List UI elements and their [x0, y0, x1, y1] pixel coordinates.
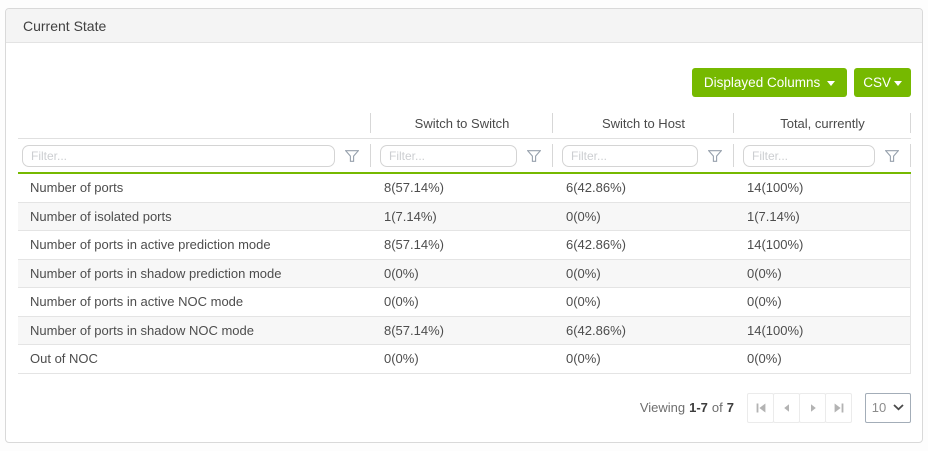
chevron-down-icon — [893, 404, 904, 411]
first-page-button[interactable] — [747, 393, 774, 423]
first-page-icon — [755, 402, 767, 414]
row-label: Number of ports in shadow prediction mod… — [18, 260, 371, 288]
last-page-button[interactable] — [825, 393, 852, 423]
pagination: Viewing 1-7 of 7 — [18, 393, 911, 423]
cell-switch-to-switch: 0(0%) — [371, 345, 553, 373]
filter-cell-switch-to-switch — [371, 139, 553, 172]
filter-input-switch-to-switch[interactable] — [380, 145, 517, 167]
next-page-icon — [808, 403, 818, 413]
viewing-status: Viewing 1-7 of 7 — [640, 400, 734, 415]
cell-switch-to-switch: 1(7.14%) — [371, 203, 553, 231]
funnel-icon[interactable] — [885, 150, 899, 162]
cell-switch-to-switch: 0(0%) — [371, 260, 553, 288]
funnel-icon[interactable] — [708, 150, 722, 162]
table-row[interactable]: Number of isolated ports 1(7.14%) 0(0%) … — [18, 203, 910, 232]
filter-input-switch-to-host[interactable] — [562, 145, 698, 167]
viewing-of-label: of — [712, 400, 723, 415]
cell-switch-to-switch: 8(57.14%) — [371, 174, 553, 202]
page-size-select[interactable]: 10 — [865, 393, 911, 423]
row-label: Number of ports in active prediction mod… — [18, 231, 371, 259]
row-label: Number of ports in shadow NOC mode — [18, 317, 371, 345]
cell-switch-to-host: 0(0%) — [553, 203, 734, 231]
csv-label: CSV — [863, 75, 891, 90]
current-state-table: Switch to Switch Switch to Host Total, c… — [18, 108, 911, 374]
cell-switch-to-host: 6(42.86%) — [553, 174, 734, 202]
csv-button[interactable]: CSV — [854, 68, 911, 97]
funnel-icon[interactable] — [527, 150, 541, 162]
panel-header: Current State — [6, 9, 922, 43]
cell-total-currently: 14(100%) — [734, 231, 911, 259]
displayed-columns-button[interactable]: Displayed Columns — [692, 68, 847, 97]
column-header-total-currently[interactable]: Total, currently — [734, 108, 911, 138]
cell-switch-to-host: 6(42.86%) — [553, 317, 734, 345]
table-row[interactable]: Number of ports in shadow prediction mod… — [18, 260, 910, 289]
filter-cell-label — [18, 139, 371, 172]
cell-total-currently: 14(100%) — [734, 317, 911, 345]
toolbar: Displayed Columns CSV — [18, 68, 911, 97]
cell-switch-to-host: 0(0%) — [553, 288, 734, 316]
cell-switch-to-switch: 8(57.14%) — [371, 231, 553, 259]
table-body: Number of ports 8(57.14%) 6(42.86%) 14(1… — [18, 174, 911, 374]
filter-cell-total-currently — [734, 139, 911, 172]
cell-total-currently: 0(0%) — [734, 345, 911, 373]
displayed-columns-label: Displayed Columns — [704, 75, 820, 90]
next-page-button[interactable] — [799, 393, 826, 423]
row-label: Number of ports — [18, 174, 371, 202]
cell-total-currently: 0(0%) — [734, 288, 911, 316]
panel-title: Current State — [23, 18, 106, 34]
funnel-icon[interactable] — [345, 150, 359, 162]
table-row[interactable]: Out of NOC 0(0%) 0(0%) 0(0%) — [18, 345, 910, 374]
column-header-switch-to-switch[interactable]: Switch to Switch — [371, 108, 553, 138]
caret-down-icon — [827, 81, 835, 86]
filter-row — [18, 139, 911, 172]
row-label: Out of NOC — [18, 345, 371, 373]
panel-body: Displayed Columns CSV Switch to Switch S… — [6, 68, 922, 423]
cell-total-currently: 1(7.14%) — [734, 203, 911, 231]
table-header-row: Switch to Switch Switch to Host Total, c… — [18, 108, 911, 139]
previous-page-icon — [782, 403, 792, 413]
cell-switch-to-host: 0(0%) — [553, 260, 734, 288]
previous-page-button[interactable] — [773, 393, 800, 423]
cell-switch-to-host: 6(42.86%) — [553, 231, 734, 259]
cell-switch-to-switch: 0(0%) — [371, 288, 553, 316]
last-page-icon — [833, 402, 845, 414]
cell-total-currently: 0(0%) — [734, 260, 911, 288]
viewing-total: 7 — [727, 400, 734, 415]
table-row[interactable]: Number of ports in active prediction mod… — [18, 231, 910, 260]
table-row[interactable]: Number of ports in active NOC mode 0(0%)… — [18, 288, 910, 317]
cell-total-currently: 14(100%) — [734, 174, 911, 202]
table-row[interactable]: Number of ports in shadow NOC mode 8(57.… — [18, 317, 910, 346]
pager-buttons — [747, 393, 852, 423]
row-label: Number of ports in active NOC mode — [18, 288, 371, 316]
viewing-range: 1-7 — [689, 400, 708, 415]
cell-switch-to-switch: 8(57.14%) — [371, 317, 553, 345]
column-header-empty — [18, 108, 371, 138]
filter-input-total-currently[interactable] — [743, 145, 875, 167]
viewing-label: Viewing — [640, 400, 685, 415]
current-state-panel: Current State Displayed Columns CSV Swit… — [5, 8, 923, 443]
filter-input-label[interactable] — [22, 145, 335, 167]
cell-switch-to-host: 0(0%) — [553, 345, 734, 373]
caret-down-icon — [894, 81, 902, 86]
row-label: Number of isolated ports — [18, 203, 371, 231]
filter-cell-switch-to-host — [553, 139, 734, 172]
column-header-switch-to-host[interactable]: Switch to Host — [553, 108, 734, 138]
page-size-value: 10 — [872, 400, 886, 415]
table-row[interactable]: Number of ports 8(57.14%) 6(42.86%) 14(1… — [18, 174, 910, 203]
